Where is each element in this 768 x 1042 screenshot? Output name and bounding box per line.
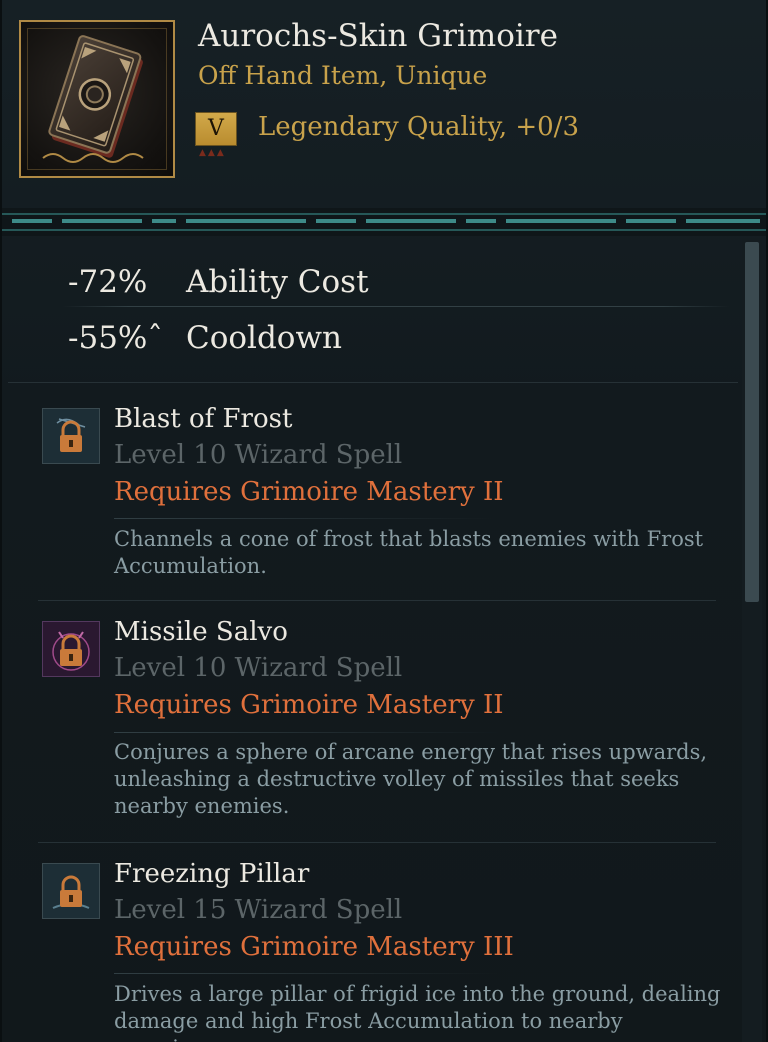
spell-divider	[38, 842, 716, 843]
spell-requirement: Requires Grimoire Mastery II	[114, 690, 504, 720]
spell-description: Channels a cone of frost that blasts ene…	[114, 527, 704, 578]
frost-lock-icon	[42, 408, 100, 464]
spell-description: Drives a large pillar of frigid ice into…	[114, 982, 721, 1042]
ice-pillar-lock-icon	[42, 863, 100, 919]
tier-label: V	[195, 112, 237, 146]
spell-rule	[114, 732, 500, 733]
tier-badge: V ▲▲▲	[195, 112, 239, 158]
quality-text: Legendary Quality, +0/3	[258, 112, 579, 142]
section-divider	[8, 382, 738, 383]
scrollbar[interactable]	[742, 238, 762, 1042]
item-icon-frame	[19, 20, 175, 178]
spell-description: Conjures a sphere of arcane energy that …	[114, 740, 708, 818]
spell-level: Level 10 Wizard Spell	[114, 440, 403, 470]
spell-rule	[114, 973, 500, 974]
item-type: Off Hand Item, Unique	[198, 61, 488, 90]
spell-requirement: Requires Grimoire Mastery III	[114, 932, 514, 962]
stat-value: -55%ˆ	[68, 320, 163, 356]
spell-level: Level 15 Wizard Spell	[114, 895, 403, 925]
tooltip-header: Aurochs-Skin Grimoire Off Hand Item, Uni…	[2, 0, 766, 210]
tier-pips-icon: ▲▲▲	[199, 148, 226, 158]
item-tooltip: Aurochs-Skin Grimoire Off Hand Item, Uni…	[0, 0, 768, 1042]
spell-requirement: Requires Grimoire Mastery II	[114, 477, 504, 507]
stat-label: Ability Cost	[186, 264, 369, 300]
spell-rule	[114, 518, 500, 519]
stat-label: Cooldown	[186, 320, 342, 356]
item-name: Aurochs-Skin Grimoire	[198, 18, 558, 54]
stat-separator	[62, 306, 730, 307]
spell-level: Level 10 Wizard Spell	[114, 653, 403, 683]
ornamental-divider	[2, 208, 766, 236]
stat-value: -72%	[68, 264, 148, 300]
spell-name: Freezing Pillar	[114, 859, 310, 889]
spell-name: Missile Salvo	[114, 617, 288, 647]
arcane-lock-icon	[42, 621, 100, 677]
spell-name: Blast of Frost	[114, 404, 293, 434]
scrollbar-thumb[interactable]	[745, 242, 759, 602]
stat-ability-cost: -72% Ability Cost	[68, 264, 369, 300]
stat-cooldown: -55%ˆ Cooldown	[68, 320, 342, 356]
grimoire-book-icon	[42, 35, 144, 163]
spell-divider	[38, 600, 716, 601]
